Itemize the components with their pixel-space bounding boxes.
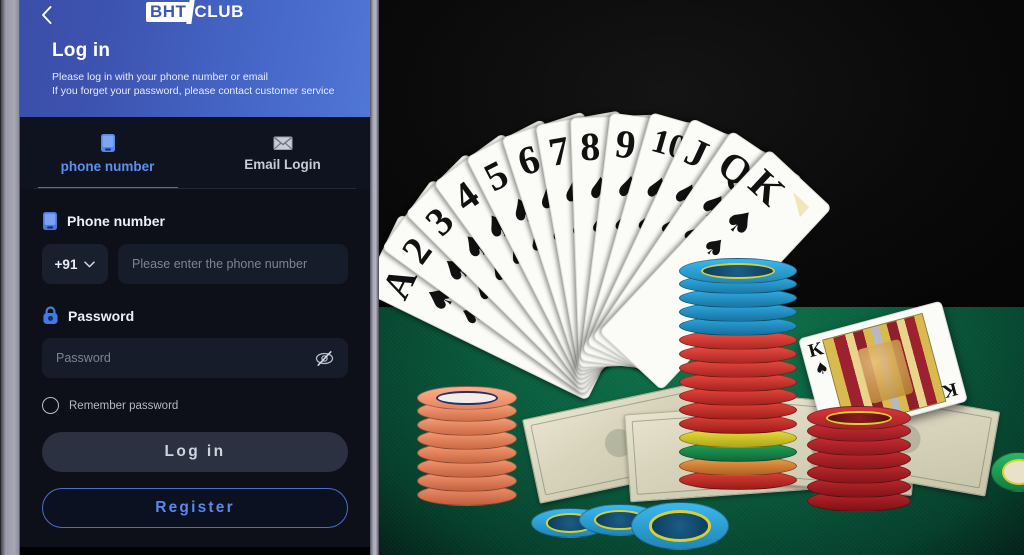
chip-face-label	[649, 510, 711, 542]
brand-mark: BHT	[145, 2, 191, 22]
poker-chip-top	[631, 502, 729, 550]
blue-red-chip-tower	[679, 258, 797, 498]
remember-password-checkbox[interactable]	[42, 397, 59, 414]
chip-face-label	[435, 390, 499, 406]
remember-password-label: Remember password	[69, 399, 179, 412]
phone-number-placeholder: Please enter the phone number	[132, 257, 308, 271]
blue-chip-fan	[631, 502, 731, 554]
subtitle-line-1: Please log in with your phone number or …	[52, 71, 268, 83]
chevron-down-icon	[84, 260, 96, 267]
remember-password-row[interactable]: Remember password	[42, 397, 348, 414]
envelope-icon	[273, 136, 292, 150]
phone-number-label-row: Phone number	[42, 211, 348, 231]
right-frame-edge	[370, 0, 379, 555]
login-button[interactable]: Log in	[42, 432, 348, 472]
password-visibility-toggle[interactable]	[315, 349, 334, 368]
tabs-divider	[34, 188, 356, 189]
chip-face-label	[700, 262, 776, 280]
eye-off-icon	[315, 350, 334, 366]
poker-chip-top	[991, 452, 1024, 492]
phone-input-row: +91 Please enter the phone number	[42, 244, 348, 284]
register-button-label: Register	[155, 499, 235, 516]
card-rank: 8	[579, 123, 601, 170]
country-code-value: +91	[54, 256, 78, 272]
card-rank: 9	[612, 120, 639, 168]
login-button-label: Log in	[164, 443, 226, 460]
brand-logo: BHT CLUB	[20, 0, 370, 26]
chip-face-label	[1001, 459, 1024, 485]
phone-number-label: Phone number	[67, 213, 166, 229]
brand-word: CLUB	[194, 2, 245, 21]
tab-email-login-label: Email Login	[244, 156, 321, 172]
phone-number-input[interactable]: Please enter the phone number	[118, 244, 348, 284]
screenshot-root: BHT CLUB Log in Please log in with your …	[0, 0, 1024, 555]
chip-face-label	[826, 410, 892, 426]
lock-icon	[43, 306, 58, 324]
poker-chip-top	[679, 258, 797, 284]
register-button[interactable]: Register	[42, 488, 348, 528]
password-input-row: Password	[42, 338, 348, 378]
tab-phone-number-label: phone number	[60, 158, 155, 174]
app-header: BHT CLUB Log in Please log in with your …	[20, 0, 370, 117]
card-rank: 7	[545, 127, 573, 176]
green-chip-edge	[991, 452, 1024, 502]
country-code-select[interactable]: +91	[42, 244, 108, 284]
page-title: Log in	[52, 40, 111, 61]
tab-email-login[interactable]: Email Login	[195, 117, 370, 189]
salmon-chip-stack	[417, 386, 517, 508]
password-label-row: Password	[42, 306, 348, 325]
phone-icon	[43, 212, 57, 230]
red-chip-stack	[807, 406, 911, 518]
login-method-tabs: phone number Email Login	[20, 117, 370, 189]
phone-icon	[100, 133, 115, 152]
subtitle-line-2: If you forget your password, please cont…	[52, 85, 335, 97]
password-label: Password	[68, 307, 135, 324]
login-app-panel: BHT CLUB Log in Please log in with your …	[20, 0, 370, 555]
password-input[interactable]: Password	[42, 338, 348, 378]
poker-chip-top	[417, 386, 517, 410]
casino-poker-photo: A ♠ ♠ 2 ♠ ♠ 3 ♠ ♠ 4 ♠ ♠ 5	[379, 0, 1024, 555]
left-frame-edge	[0, 0, 20, 555]
login-form: Phone number +91 Please enter the phone …	[20, 211, 370, 528]
password-placeholder: Password	[56, 351, 111, 365]
poker-chip-top	[807, 406, 911, 430]
tab-phone-number[interactable]: phone number	[20, 117, 195, 189]
bottom-system-bar	[20, 547, 370, 555]
page-subtitle: Please log in with your phone number or …	[52, 70, 334, 98]
